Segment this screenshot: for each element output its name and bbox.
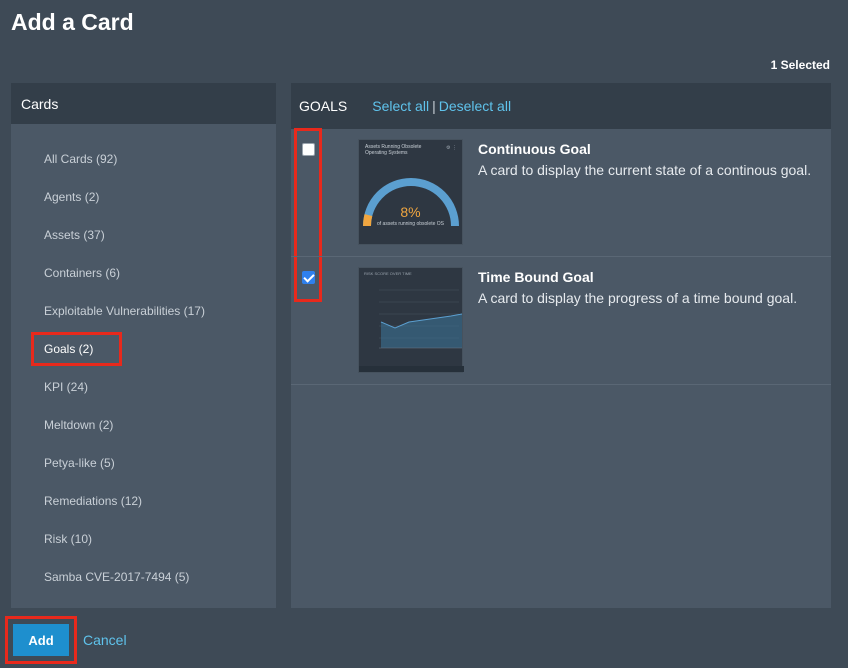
sidebar-item-goals[interactable]: Goals (2) <box>11 330 276 368</box>
sidebar-item-remediations[interactable]: Remediations (12) <box>11 482 276 520</box>
sidebar-item-exploitable-vulnerabilities[interactable]: Exploitable Vulnerabilities (17) <box>11 292 276 330</box>
sidebar-item-label: All Cards (92) <box>44 152 118 166</box>
panel-header: GOALS Select all | Deselect all <box>291 83 831 129</box>
gauge-value: 8% <box>400 204 421 220</box>
link-divider: | <box>432 98 436 114</box>
sidebar-item-kpi[interactable]: KPI (24) <box>11 368 276 406</box>
sidebar-item-assets[interactable]: Assets (37) <box>11 216 276 254</box>
card-title: Continuous Goal <box>478 141 591 157</box>
line-chart <box>359 289 464 372</box>
continuous-goal-thumbnail: Assets Running Obsolete Operating System… <box>358 139 463 245</box>
card-title: Time Bound Goal <box>478 269 594 285</box>
chart-footer-bar <box>359 366 464 372</box>
sidebar-item-meltdown[interactable]: Meltdown (2) <box>11 406 276 444</box>
section-label: GOALS <box>299 98 348 114</box>
sidebar-item-label: Petya-like (5) <box>44 456 115 470</box>
add-button[interactable]: Add <box>13 624 69 656</box>
gauge-caption: of assets running obsolete OS <box>377 221 444 227</box>
sidebar-item-label: Samba CVE-2017-7494 (5) <box>44 570 190 584</box>
sidebar-item-samba[interactable]: Samba CVE-2017-7494 (5) <box>11 558 276 596</box>
sidebar-item-petya-like[interactable]: Petya-like (5) <box>11 444 276 482</box>
selected-count: 1 Selected <box>770 58 830 72</box>
sidebar-item-label: Remediations (12) <box>44 494 143 508</box>
sidebar-item-all-cards[interactable]: All Cards (92) <box>11 140 276 178</box>
deselect-all-link[interactable]: Deselect all <box>439 98 511 114</box>
sidebar-item-label: KPI (24) <box>44 380 89 394</box>
sidebar-header: Cards <box>11 83 276 124</box>
cancel-link[interactable]: Cancel <box>83 632 127 648</box>
sidebar-item-risk[interactable]: Risk (10) <box>11 520 276 558</box>
card-description: A card to display the progress of a time… <box>478 290 798 306</box>
sidebar-item-agents[interactable]: Agents (2) <box>11 178 276 216</box>
card-description: A card to display the current state of a… <box>478 162 812 178</box>
card-row-time-bound-goal: RISK SCORE OVER TIME Time Bound Goal A c… <box>291 257 831 385</box>
sidebar-item-label: Containers (6) <box>44 266 121 280</box>
sidebar-item-containers[interactable]: Containers (6) <box>11 254 276 292</box>
page-title: Add a Card <box>11 9 134 35</box>
sidebar-item-label: Goals (2) <box>30 332 123 366</box>
time-bound-goal-thumbnail: RISK SCORE OVER TIME <box>358 267 464 373</box>
continuous-goal-checkbox[interactable] <box>302 143 315 156</box>
sidebar-item-label: Meltdown (2) <box>44 418 114 432</box>
card-row-continuous-goal: Assets Running Obsolete Operating System… <box>291 129 831 257</box>
time-bound-goal-checkbox[interactable] <box>302 271 315 284</box>
select-all-link[interactable]: Select all <box>372 98 429 114</box>
sidebar-item-label: Exploitable Vulnerabilities (17) <box>44 304 205 318</box>
cards-panel: GOALS Select all | Deselect all Assets R… <box>291 83 831 608</box>
cards-sidebar: Cards All Cards (92) Agents (2) Assets (… <box>11 83 276 608</box>
sidebar-list: All Cards (92) Agents (2) Assets (37) Co… <box>11 124 276 596</box>
gauge-chart <box>363 178 459 227</box>
area-fill <box>381 314 462 348</box>
sidebar-item-label: Assets (37) <box>44 228 105 242</box>
sidebar-item-label: Risk (10) <box>44 532 93 546</box>
sidebar-item-label: Agents (2) <box>44 190 100 204</box>
